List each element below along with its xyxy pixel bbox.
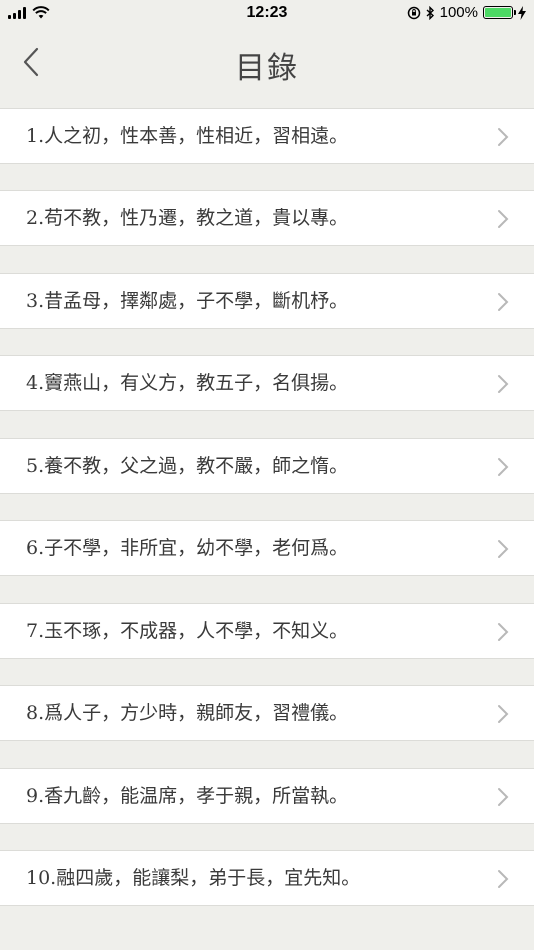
- list-item[interactable]: 6.子不學，非所宜，幼不學，老何爲。: [0, 520, 534, 576]
- list-item-label: 10.融四歲，能讓梨，弟于長，宜先知。: [26, 867, 361, 889]
- chevron-right-icon: [498, 788, 509, 806]
- list-item[interactable]: 5.養不教，父之過，教不嚴，師之惰。: [0, 438, 534, 494]
- chevron-right-icon: [498, 870, 509, 888]
- list-item[interactable]: 2.苟不教，性乃遷，教之道，貴以專。: [0, 190, 534, 246]
- charging-bolt-icon: [518, 5, 526, 20]
- list-item[interactable]: 1.人之初，性本善，性相近，習相遠。: [0, 108, 534, 164]
- chevron-right-icon: [498, 210, 509, 228]
- list-item-label: 8.爲人子，方少時，親師友，習禮儀。: [26, 702, 349, 724]
- list-item[interactable]: 7.玉不琢，不成器，人不學，不知义。: [0, 603, 534, 659]
- list-item-label: 6.子不學，非所宜，幼不學，老何爲。: [26, 537, 349, 559]
- list-item-label: 4.竇燕山，有义方，教五子，名俱揚。: [26, 372, 349, 394]
- list-item[interactable]: 10.融四歲，能讓梨，弟于長，宜先知。: [0, 850, 534, 906]
- status-right: 100%: [407, 4, 526, 21]
- list-item[interactable]: 3.昔孟母，擇鄰處，子不學，斷机杼。: [0, 273, 534, 329]
- chevron-right-icon: [498, 705, 509, 723]
- status-bar: 12:23 100%: [0, 0, 534, 28]
- chevron-right-icon: [498, 375, 509, 393]
- bluetooth-icon: [426, 5, 434, 20]
- chevron-right-icon: [498, 623, 509, 641]
- page-title: 目錄: [235, 51, 299, 86]
- list-item-label: 5.養不教，父之過，教不嚴，師之惰。: [26, 455, 349, 477]
- chevron-right-icon: [498, 293, 509, 311]
- list-item-label: 1.人之初，性本善，性相近，習相遠。: [26, 125, 349, 147]
- list-item-label: 2.苟不教，性乃遷，教之道，貴以專。: [26, 207, 349, 229]
- chevron-right-icon: [498, 458, 509, 476]
- orientation-lock-icon: [407, 6, 420, 19]
- list-item-label: 3.昔孟母，擇鄰處，子不學，斷机杼。: [26, 290, 349, 312]
- list-item-label: 9.香九齡，能温席，孝于親，所當執。: [26, 785, 349, 807]
- list-item[interactable]: 8.爲人子，方少時，親師友，習禮儀。: [0, 685, 534, 741]
- list-item[interactable]: 4.竇燕山，有义方，教五子，名俱揚。: [0, 355, 534, 411]
- battery-percent: 100%: [439, 4, 478, 21]
- list-item-label: 7.玉不琢，不成器，人不學，不知义。: [26, 620, 349, 642]
- chevron-right-icon: [498, 540, 509, 558]
- list-item[interactable]: 9.香九齡，能温席，孝于親，所當執。: [0, 768, 534, 824]
- navigation-bar: 目錄: [0, 28, 534, 108]
- battery-icon: [483, 6, 516, 19]
- battery-fill: [485, 8, 511, 17]
- chevron-right-icon: [498, 128, 509, 146]
